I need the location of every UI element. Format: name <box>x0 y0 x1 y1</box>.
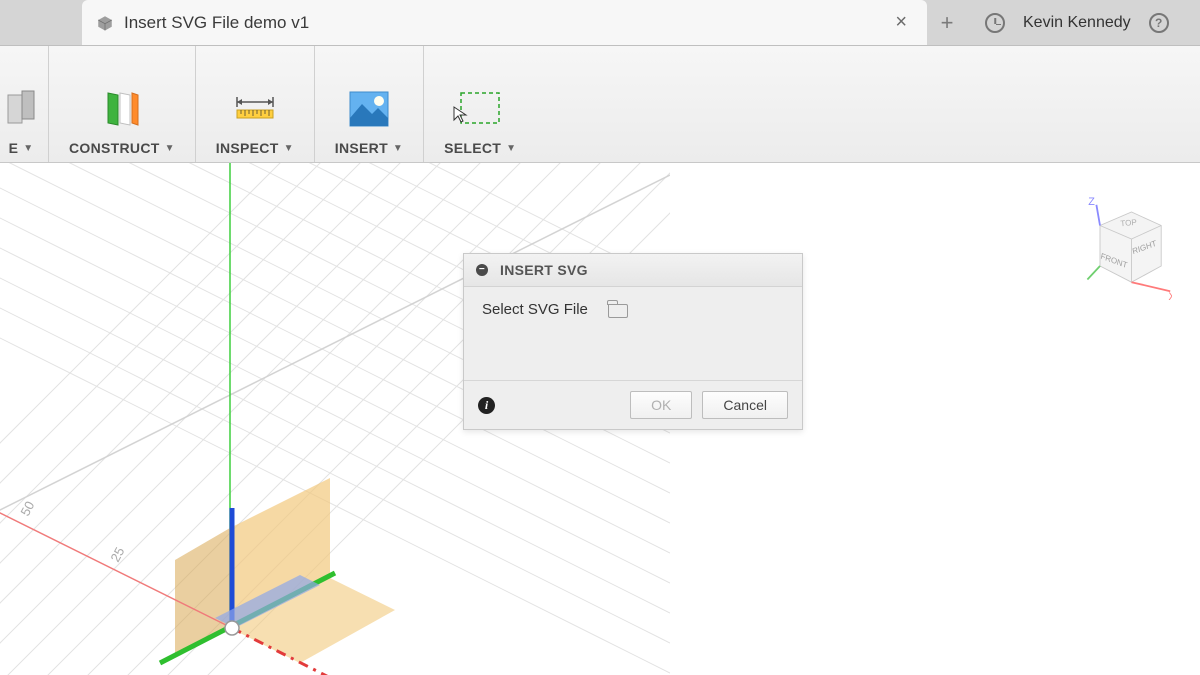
toolgroup-partial[interactable]: E▼ <box>0 46 49 162</box>
tab-bar: Insert SVG File demo v1 × + Kevin Kenned… <box>0 0 1200 46</box>
insert-svg-dialog: − INSERT SVG Select SVG File i OK Cancel <box>463 253 803 430</box>
chevron-down-icon: ▼ <box>165 143 175 154</box>
main-toolbar: E▼ CONSTRUCT▼ <box>0 46 1200 163</box>
toolgroup-select[interactable]: SELECT ▼ <box>424 46 536 162</box>
inspect-icon <box>233 84 277 134</box>
svg-text:X: X <box>1168 291 1172 303</box>
toolgroup-inspect[interactable]: INSPECT ▼ <box>196 46 315 162</box>
dialog-title: INSERT SVG <box>500 262 588 278</box>
clock-icon[interactable] <box>985 13 1005 33</box>
select-svg-file-label: Select SVG File <box>482 301 588 318</box>
document-tab-title: Insert SVG File demo v1 <box>124 13 309 33</box>
help-icon[interactable]: ? <box>1149 13 1169 33</box>
toolgroup-label: SELECT <box>444 140 501 156</box>
tabbar-right-cluster: Kevin Kennedy ? <box>967 0 1179 45</box>
cancel-button[interactable]: Cancel <box>702 391 788 419</box>
toolgroup-label: INSERT <box>335 140 388 156</box>
insert-icon <box>348 84 390 134</box>
toolgroup-label: E <box>9 140 19 156</box>
toolgroup-insert[interactable]: INSERT ▼ <box>315 46 424 162</box>
viewcube[interactable]: TOP FRONT RIGHT X Z <box>1082 193 1172 303</box>
document-tab[interactable]: Insert SVG File demo v1 × <box>82 0 927 45</box>
collapse-icon[interactable]: − <box>476 264 488 276</box>
toolgroup-construct[interactable]: CONSTRUCT ▼ <box>49 46 196 162</box>
toolgroup-label: CONSTRUCT <box>69 140 160 156</box>
svg-text:Z: Z <box>1088 196 1095 208</box>
select-icon <box>459 84 501 134</box>
toolgroup-label: INSPECT <box>216 140 279 156</box>
svg-text:TOP: TOP <box>1120 218 1137 228</box>
new-tab-button[interactable]: + <box>927 0 967 45</box>
chevron-down-icon: ▼ <box>284 143 294 154</box>
partial-tool-icon <box>6 84 36 134</box>
chevron-down-icon: ▼ <box>393 143 403 154</box>
dialog-body: Select SVG File <box>464 287 802 380</box>
info-icon[interactable]: i <box>478 397 495 414</box>
svg-text:25: 25 <box>107 545 127 565</box>
dialog-header[interactable]: − INSERT SVG <box>464 254 802 287</box>
document-cube-icon <box>96 14 114 32</box>
svg-text:50: 50 <box>17 499 37 519</box>
username-label[interactable]: Kevin Kennedy <box>1023 14 1131 32</box>
construct-icon <box>100 84 144 134</box>
chevron-down-icon: ▼ <box>23 143 33 154</box>
close-icon[interactable]: × <box>889 7 913 38</box>
chevron-down-icon: ▼ <box>506 143 516 154</box>
browse-folder-button[interactable] <box>608 304 628 318</box>
tabbar-leading-space <box>0 0 82 45</box>
ok-button[interactable]: OK <box>630 391 692 419</box>
dialog-footer: i OK Cancel <box>464 380 802 429</box>
